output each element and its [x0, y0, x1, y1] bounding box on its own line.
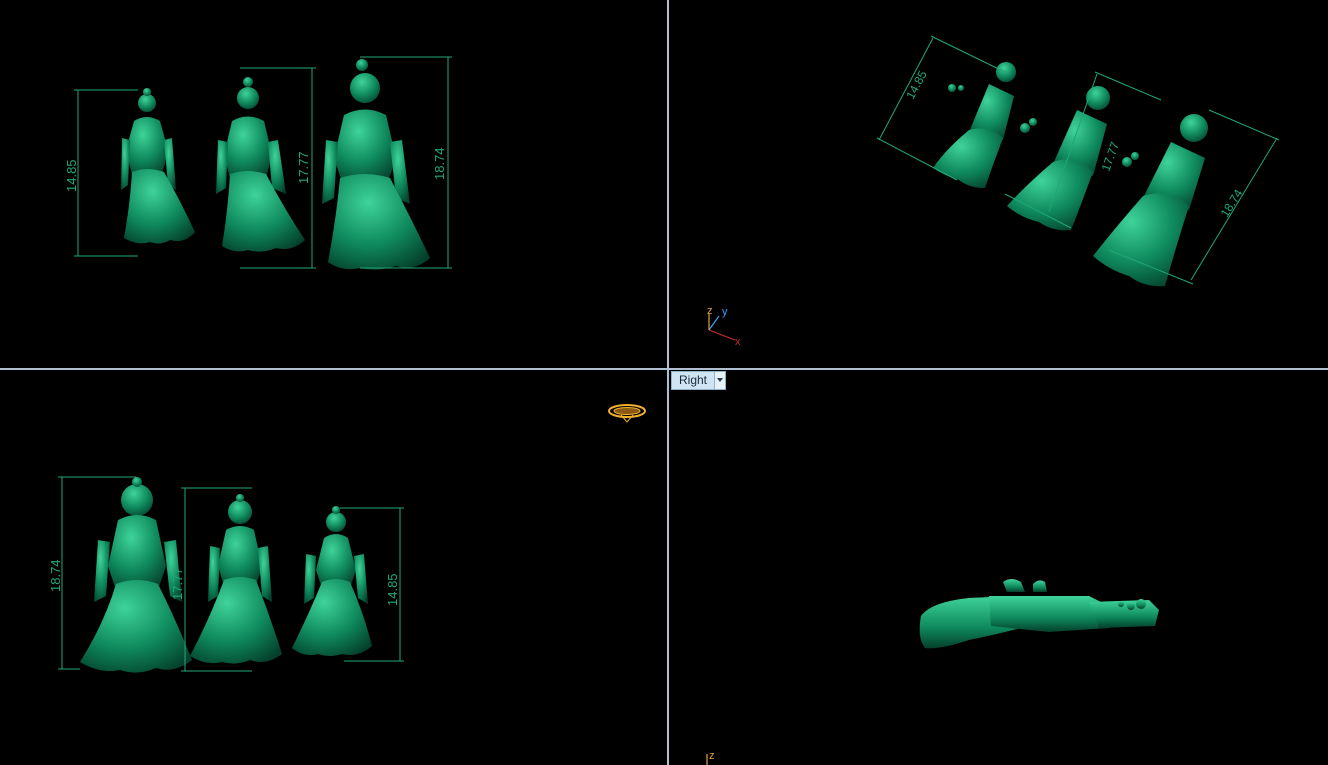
figure-medium[interactable]: [216, 77, 305, 252]
dimension-label-back-1: 18.74: [48, 559, 63, 592]
viewport-top-right[interactable]: 14.85 17.77 18.74 x y z: [669, 0, 1328, 368]
viewport-bottom-right-canvas: z: [706, 579, 1159, 765]
axis-z-label: z: [707, 305, 713, 317]
figure-perspective-small[interactable]: [933, 62, 1016, 188]
figure-back-small[interactable]: [292, 506, 372, 656]
gumball-icon[interactable]: [608, 404, 646, 423]
viewport-title-tab[interactable]: Right: [671, 371, 727, 390]
axis-x-label: x: [735, 336, 741, 348]
dimension-label-3: 18.74: [432, 147, 447, 180]
viewport-bottom-left[interactable]: 18.74 17.77 14.85: [0, 370, 667, 765]
viewport-bottom-right[interactable]: z: [669, 370, 1328, 765]
viewport-bottom-left-canvas: 18.74 17.77 14.85: [48, 404, 646, 673]
figure-perspective-large[interactable]: [1093, 114, 1208, 287]
axis-y-label: y: [722, 306, 728, 318]
dimension-label-1: 14.85: [64, 159, 79, 192]
figure-large[interactable]: [322, 59, 430, 270]
axis-triad-icon: x y z: [707, 305, 741, 348]
rhino-viewports-window: 14.85 17.77 18.74 14.85 17.77 18.74 x y …: [0, 0, 1328, 765]
figure-small[interactable]: [121, 88, 195, 244]
dimension-label-perspective-2: 17.77: [1099, 140, 1123, 173]
dimension-label-back-2: 17.77: [170, 567, 185, 600]
viewport-divider-vertical[interactable]: [667, 0, 669, 765]
axis-z-label: z: [709, 750, 715, 762]
dimension-label-perspective-3: 18.74: [1218, 186, 1246, 219]
viewport-top-right-canvas: 14.85 17.77 18.74 x y z: [707, 35, 1280, 348]
figure-back-medium[interactable]: [190, 494, 282, 664]
figure-perspective-medium[interactable]: [1007, 86, 1110, 231]
figure-side-view[interactable]: [919, 579, 1159, 649]
axis-triad-icon: z: [706, 750, 715, 765]
viewport-title-label[interactable]: Right: [672, 372, 714, 389]
dimension-label-2: 17.77: [296, 151, 311, 184]
dimension-label-back-3: 14.85: [385, 573, 400, 606]
viewport-divider-horizontal[interactable]: [0, 368, 1328, 370]
viewport-top-left-canvas: 14.85 17.77 18.74: [64, 56, 452, 270]
viewport-top-left[interactable]: 14.85 17.77 18.74: [0, 0, 667, 368]
chevron-down-icon[interactable]: [714, 372, 726, 389]
dimension-label-perspective-1: 14.85: [903, 68, 930, 101]
